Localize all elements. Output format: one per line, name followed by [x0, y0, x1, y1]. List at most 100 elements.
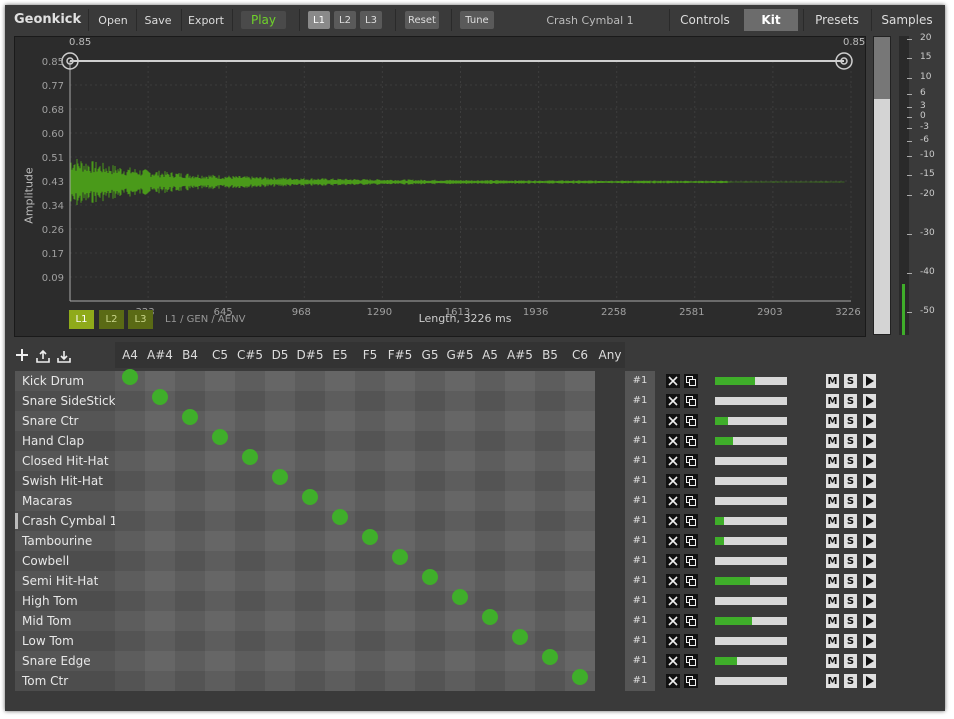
note-cell[interactable] [415, 511, 445, 531]
remove-instrument-icon[interactable] [666, 454, 680, 468]
note-cell[interactable] [175, 451, 205, 471]
note-cell[interactable] [385, 591, 415, 611]
instrument-level-slider[interactable] [715, 537, 787, 545]
play-instrument-icon[interactable] [863, 394, 876, 408]
note-cell[interactable] [565, 391, 595, 411]
note-cell[interactable] [235, 391, 265, 411]
instrument-name-label[interactable]: Mid Tom [15, 611, 115, 631]
note-cell[interactable] [475, 511, 505, 531]
note-cell[interactable] [355, 551, 385, 571]
note-cell[interactable] [535, 471, 565, 491]
note-cell[interactable] [115, 411, 145, 431]
note-cell[interactable] [295, 391, 325, 411]
note-cell[interactable] [355, 529, 385, 551]
channel-label[interactable]: #1 [625, 371, 655, 391]
copy-instrument-icon[interactable] [684, 514, 698, 528]
kit-row[interactable]: High Tom #1 [15, 589, 655, 611]
copy-instrument-icon[interactable] [684, 374, 698, 388]
instrument-name-label[interactable]: High Tom [15, 591, 115, 611]
note-cell[interactable] [295, 571, 325, 591]
instrument-level-slider[interactable] [715, 597, 787, 605]
note-cell[interactable] [235, 491, 265, 511]
solo-button[interactable]: S [844, 634, 857, 648]
remove-instrument-icon[interactable] [666, 494, 680, 508]
instrument-name-label[interactable]: Low Tom [15, 631, 115, 651]
layer-3-button[interactable]: L3 [360, 11, 382, 29]
note-cell[interactable] [385, 431, 415, 451]
note-cell[interactable] [115, 391, 145, 411]
reset-button[interactable]: Reset [405, 11, 439, 29]
note-cell[interactable] [265, 431, 295, 451]
note-cell[interactable] [205, 651, 235, 671]
note-cell[interactable] [175, 551, 205, 571]
note-cell[interactable] [265, 491, 295, 511]
note-cell[interactable] [355, 391, 385, 411]
kit-row[interactable]: Snare Ctr #1 [15, 409, 655, 431]
note-cell[interactable] [505, 371, 535, 391]
copy-instrument-icon[interactable] [684, 674, 698, 688]
note-cell[interactable] [115, 451, 145, 471]
note-cell[interactable] [475, 651, 505, 671]
copy-instrument-icon[interactable] [684, 614, 698, 628]
note-cell[interactable] [265, 671, 295, 691]
note-cell[interactable] [325, 651, 355, 671]
remove-instrument-icon[interactable] [666, 534, 680, 548]
note-cell[interactable] [445, 611, 475, 631]
note-cell[interactable] [565, 371, 595, 391]
note-cell[interactable] [175, 651, 205, 671]
note-cell[interactable] [295, 611, 325, 631]
kit-row[interactable]: Semi Hit-Hat #1 [15, 569, 655, 591]
note-cell[interactable] [175, 531, 205, 551]
kit-row[interactable]: Tom Ctr #1 [15, 669, 655, 691]
note-cell[interactable] [505, 451, 535, 471]
note-cell[interactable] [295, 671, 325, 691]
note-cell[interactable] [115, 531, 145, 551]
tab-presets[interactable]: Presets [808, 9, 866, 31]
note-cell[interactable] [265, 451, 295, 471]
note-cell[interactable] [175, 371, 205, 391]
note-cell[interactable] [445, 671, 475, 691]
note-key-dot[interactable] [152, 389, 168, 405]
note-cell[interactable] [535, 411, 565, 431]
note-cell[interactable] [325, 591, 355, 611]
solo-button[interactable]: S [844, 654, 857, 668]
note-cell[interactable] [385, 549, 415, 571]
note-cell[interactable] [295, 489, 325, 511]
instrument-name-label[interactable]: Snare Edge [15, 651, 115, 671]
channel-label[interactable]: #1 [625, 411, 655, 431]
play-instrument-icon[interactable] [863, 414, 876, 428]
note-cell[interactable] [475, 391, 505, 411]
note-cell[interactable] [565, 591, 595, 611]
note-cell[interactable] [235, 671, 265, 691]
note-cell[interactable] [475, 451, 505, 471]
remove-instrument-icon[interactable] [666, 394, 680, 408]
env-layer-3-button[interactable]: L3 [128, 310, 153, 329]
note-cell[interactable] [115, 551, 145, 571]
copy-instrument-icon[interactable] [684, 414, 698, 428]
channel-label[interactable]: #1 [625, 531, 655, 551]
channel-label[interactable]: #1 [625, 651, 655, 671]
note-cell[interactable] [355, 571, 385, 591]
note-cell[interactable] [175, 591, 205, 611]
note-cell[interactable] [295, 511, 325, 531]
channel-label[interactable]: #1 [625, 611, 655, 631]
note-cell[interactable] [505, 591, 535, 611]
note-cell[interactable] [325, 611, 355, 631]
note-cell[interactable] [265, 591, 295, 611]
mute-button[interactable]: M [826, 554, 839, 568]
note-cell[interactable] [565, 551, 595, 571]
kit-row[interactable]: Closed Hit-Hat #1 [15, 449, 655, 471]
note-cell[interactable] [415, 391, 445, 411]
note-cell[interactable] [565, 471, 595, 491]
channel-label[interactable]: #1 [625, 591, 655, 611]
note-cell[interactable] [175, 409, 205, 431]
note-cell[interactable] [265, 391, 295, 411]
note-cell[interactable] [505, 411, 535, 431]
note-cell[interactable] [505, 629, 535, 651]
note-cell[interactable] [445, 589, 475, 611]
layer-1-button[interactable]: L1 [308, 11, 330, 29]
note-cell[interactable] [565, 571, 595, 591]
note-cell[interactable] [325, 411, 355, 431]
note-cell[interactable] [565, 431, 595, 451]
channel-label[interactable]: #1 [625, 491, 655, 511]
